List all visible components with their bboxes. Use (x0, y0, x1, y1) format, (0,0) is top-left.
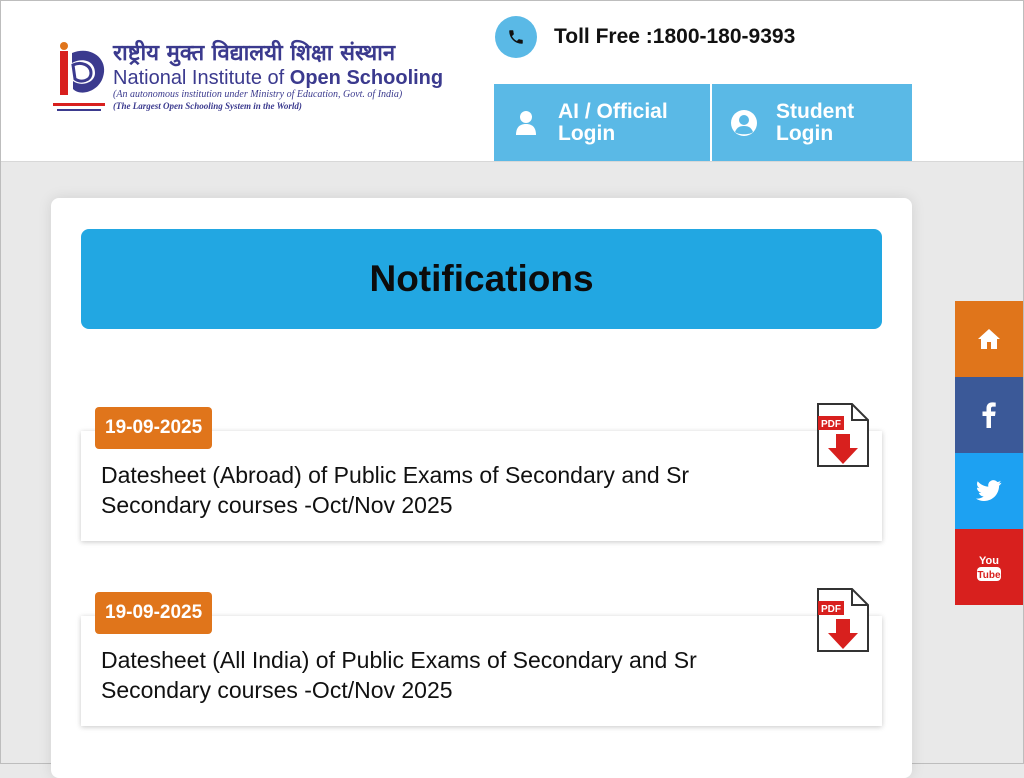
svg-text:PDF: PDF (821, 419, 841, 430)
youtube-tube-text: Tube (977, 570, 1001, 581)
facebook-icon (982, 402, 996, 428)
english-name: National Institute of Open Schooling (113, 67, 444, 89)
phone-icon (495, 16, 537, 58)
site-header: राष्ट्रीय मुक्त विद्यालयी शिक्षा संस्थान… (1, 1, 1023, 162)
notification-title[interactable]: Datesheet (All India) of Public Exams of… (101, 645, 801, 705)
twitter-icon (976, 480, 1002, 501)
facebook-button[interactable] (955, 377, 1023, 453)
student-login-label: Student Login (776, 99, 855, 145)
institute-tagline: (The Largest Open Schooling System in th… (113, 101, 302, 111)
toll-free-number: Toll Free :1800-180-9393 (554, 25, 796, 48)
toll-free-contact: Toll Free :1800-180-9393 (495, 15, 795, 59)
youtube-button[interactable]: You Tube (955, 529, 1023, 605)
notifications-header: Notifications (81, 229, 882, 329)
hindi-name: राष्ट्रीय मुक्त विद्यालयी शिक्षा संस्थान (113, 41, 396, 66)
notifications-card: Notifications 19-09-2025 Datesheet (Abro… (51, 198, 912, 778)
student-login-button[interactable]: Student Login (712, 84, 912, 161)
notifications-title: Notifications (369, 258, 594, 299)
user-circle-icon (712, 109, 776, 137)
user-icon (494, 110, 558, 136)
home-button[interactable] (955, 301, 1023, 377)
svg-text:PDF: PDF (821, 604, 841, 615)
institute-subtitle: (An autonomous institution under Ministr… (113, 89, 403, 100)
nios-logo[interactable] (51, 41, 111, 121)
twitter-button[interactable] (955, 453, 1023, 529)
pdf-download-icon[interactable]: PDF (816, 402, 870, 468)
date-badge: 19-09-2025 (95, 592, 213, 634)
ai-official-login-label: AI / Official Login (558, 99, 668, 145)
ai-official-login-button[interactable]: AI / Official Login (494, 84, 710, 161)
pdf-download-icon[interactable]: PDF (816, 587, 870, 653)
notification-item: 19-09-2025 Datesheet (All India) of Publ… (81, 588, 882, 726)
social-sidebar: You Tube (955, 301, 1023, 605)
youtube-icon: You Tube (977, 555, 1001, 581)
notification-title[interactable]: Datesheet (Abroad) of Public Exams of Se… (101, 460, 801, 520)
home-icon (978, 329, 1000, 349)
date-badge: 19-09-2025 (95, 407, 213, 449)
institute-name-block: राष्ट्रीय मुक्त विद्यालयी शिक्षा संस्थान… (113, 41, 443, 112)
youtube-you-text: You (979, 555, 999, 567)
notification-item: 19-09-2025 Datesheet (Abroad) of Public … (81, 403, 882, 541)
